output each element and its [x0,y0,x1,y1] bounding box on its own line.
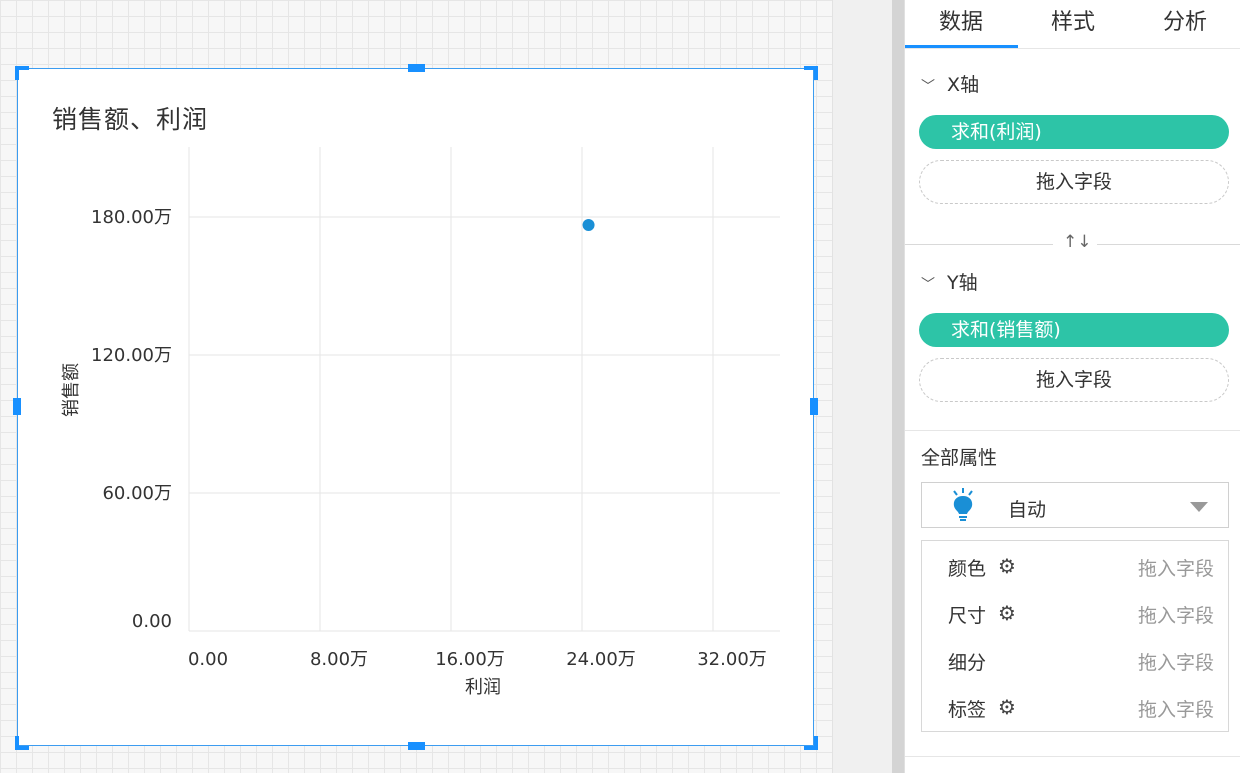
y-axis-section-header[interactable]: ﹀ Y轴 [921,268,978,295]
tab-style[interactable]: 样式 [1051,4,1095,36]
prop-label: 细分 [948,652,987,674]
swap-axes-icon[interactable]: ↑↓ [1063,232,1092,252]
x-axis-title: X轴 [947,74,980,96]
lightbulb-icon [953,488,973,521]
tab-analysis[interactable]: 分析 [1163,4,1207,36]
prop-drop-zone[interactable]: 拖入字段 [1138,554,1214,581]
prop-row-label[interactable]: 标签 ⚙ 拖入字段 [922,683,1228,729]
y-tick-label: 60.00万 [102,483,172,504]
y-axis-field-pill[interactable]: 求和(销售额) [919,313,1229,347]
panel-tabs: 数据 样式 分析 [905,0,1240,49]
x-axis-drop-zone[interactable]: 拖入字段 [919,160,1229,204]
swap-divider-left [905,244,1053,245]
x-tick-label: 16.00万 [435,649,505,670]
x-tick-label: 32.00万 [697,649,767,670]
prop-row-color[interactable]: 颜色 ⚙ 拖入字段 [922,542,1228,588]
section-divider [905,430,1240,431]
gear-icon[interactable]: ⚙ [998,554,1016,578]
x-tick-label: 24.00万 [566,649,636,670]
prop-label: 颜色 [948,558,987,580]
y-axis-drop-zone[interactable]: 拖入字段 [919,358,1229,402]
gear-icon[interactable]: ⚙ [998,695,1016,719]
mark-type-value: 自动 [1008,499,1047,521]
y-tick-label: 0.00 [132,611,172,632]
y-tick-label: 180.00万 [91,207,172,228]
y-axis-label: 销售额 [61,363,82,417]
chevron-down-icon: ﹀ [921,277,935,293]
mark-properties: 颜色 ⚙ 拖入字段 尺寸 ⚙ 拖入字段 细分 拖入字段 标签 ⚙ 拖入字段 [921,540,1229,732]
canvas-gutter [832,0,893,773]
prop-drop-zone[interactable]: 拖入字段 [1138,648,1214,675]
all-properties-label: 全部属性 [921,447,998,469]
property-panel: 数据 样式 分析 ﹀ X轴 求和(利润) 拖入字段 ↑↓ ﹀ Y轴 求和(销售额… [904,0,1240,773]
x-axis-field-pill[interactable]: 求和(利润) [919,115,1229,149]
tab-data[interactable]: 数据 [939,4,983,36]
y-tick-label: 120.00万 [91,345,172,366]
dropdown-arrow-icon [1190,502,1208,512]
prop-row-detail[interactable]: 细分 拖入字段 [922,636,1228,682]
prop-label: 标签 [948,699,987,721]
data-point [582,219,595,232]
x-tick-label: 8.00万 [310,649,368,670]
prop-row-size[interactable]: 尺寸 ⚙ 拖入字段 [922,589,1228,635]
prop-label: 尺寸 [948,605,987,627]
prop-drop-zone[interactable]: 拖入字段 [1138,695,1214,722]
panel-bottom-divider [905,756,1240,757]
panel-splitter[interactable] [892,0,904,773]
prop-drop-zone[interactable]: 拖入字段 [1138,601,1214,628]
scatter-plot: 0.00 8.00万 16.00万 24.00万 32.00万 0.00 60.00万 120… [61,147,780,698]
gear-icon[interactable]: ⚙ [998,601,1016,625]
active-tab-indicator [905,45,1018,48]
x-axis-section-header[interactable]: ﹀ X轴 [921,70,979,97]
chevron-down-icon: ﹀ [921,79,935,95]
swap-axes-row: ↑↓ [905,232,1240,256]
x-axis-label: 利润 [465,677,501,698]
mark-type-select[interactable]: 自动 [921,482,1229,528]
y-axis-title: Y轴 [947,272,978,294]
x-tick-label: 0.00 [188,649,228,670]
swap-divider-right [1097,244,1240,245]
